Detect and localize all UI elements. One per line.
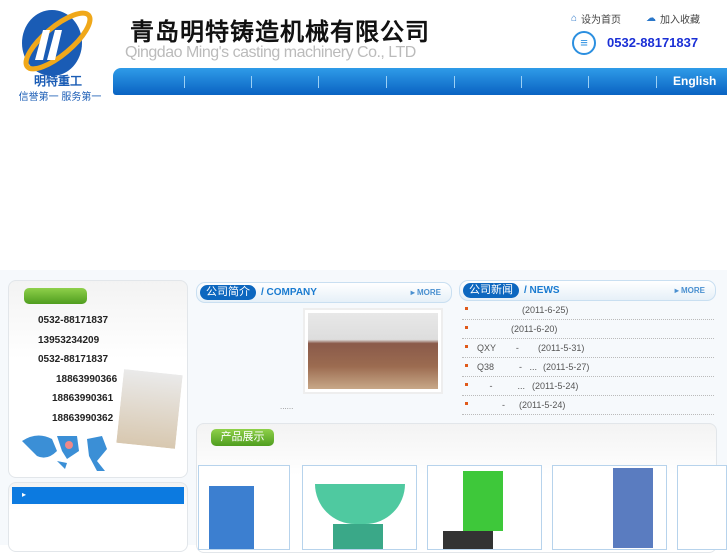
news-header: 公司新闻 / NEWS ▸ MORE [459, 280, 716, 301]
product-card[interactable] [302, 465, 417, 550]
category-header[interactable]: ▸ [12, 487, 184, 504]
news-title-pill: 公司新闻 [463, 283, 519, 298]
contact-phone: 13953234209 [38, 335, 100, 346]
contact-panel: 0532-88171837 13953234209 0532-88171837 … [8, 280, 188, 478]
contact-title-pill [24, 288, 87, 304]
company-title-en: / COMPANY [261, 287, 317, 298]
company-more-link[interactable]: ▸ MORE [411, 288, 441, 297]
company-title-pill: 公司简介 [200, 285, 256, 300]
company-more-ellipsis[interactable]: ...... [280, 402, 293, 411]
svg-text:信誉第一 服务第一: 信誉第一 服务第一 [19, 90, 102, 103]
news-item[interactable]: QXY - (2011-5-31) [462, 339, 714, 358]
nav-english[interactable]: English [673, 74, 716, 88]
main-nav: English [113, 68, 727, 95]
news-item[interactable]: Q38 - ... (2011-5-27) [462, 358, 714, 377]
contact-phone: 18863990362 [52, 413, 114, 424]
header-phone: 0532-88171837 [607, 35, 699, 50]
news-more-link[interactable]: ▸ MORE [675, 286, 705, 295]
contact-phone: 18863990366 [56, 374, 118, 385]
product-card[interactable] [427, 465, 542, 550]
news-title-en: / NEWS [524, 285, 560, 296]
company-header: 公司简介 / COMPANY ▸ MORE [196, 282, 452, 303]
more-label: MORE [417, 288, 441, 297]
company-title: 青岛明特铸造机械有限公司 [130, 19, 430, 46]
product-card[interactable] [677, 465, 727, 550]
news-item[interactable]: (2011-6-25) [462, 301, 714, 320]
contact-phone: 0532-88171837 [38, 354, 109, 365]
svg-text:明特重工: 明特重工 [34, 73, 82, 88]
news-item[interactable]: - (2011-5-24) [462, 396, 714, 415]
category-panel: ▸ [8, 482, 188, 552]
home-icon: ⌂ [571, 13, 578, 24]
favorite-icon: ☁ [646, 13, 656, 24]
service-woman-image [112, 365, 187, 453]
add-favorite-link[interactable]: ☁ 加入收藏 [646, 11, 700, 26]
phone-chat-icon: ≡ [572, 31, 596, 55]
world-map-image [17, 431, 117, 473]
set-homepage-link[interactable]: ⌂ 设为首页 [571, 11, 621, 26]
news-item[interactable]: (2011-6-20) [462, 320, 714, 339]
arrow-right-icon: ▸ [22, 490, 27, 499]
product-card[interactable] [198, 465, 290, 550]
company-subtitle: Qingdao Ming's casting machinery Co., LT… [125, 44, 416, 61]
company-photo [303, 308, 443, 394]
more-label: MORE [681, 286, 705, 295]
news-item[interactable]: - ... (2011-5-24) [462, 377, 714, 396]
products-title-pill: 产品展示 [211, 429, 274, 446]
contact-phone: 0532-88171837 [38, 315, 109, 326]
company-logo: 明特重工 信誉第一 服务第一 [10, 5, 110, 105]
contact-phone: 18863990361 [52, 393, 114, 404]
product-card[interactable] [552, 465, 667, 550]
